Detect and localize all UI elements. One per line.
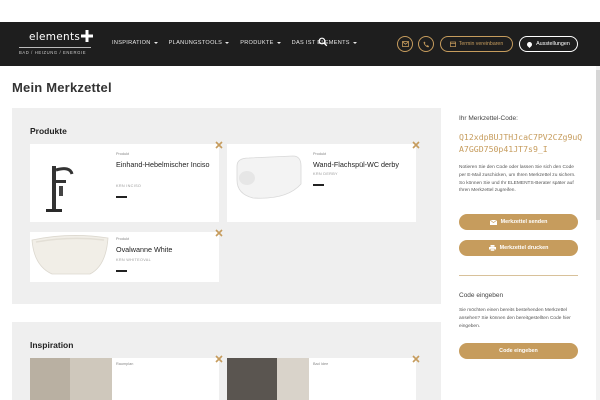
inspiration-panel: Inspiration Raumplan Bad Idee xyxy=(12,322,441,400)
showrooms-label: Ausstellungen xyxy=(536,41,570,47)
chevron-down-icon xyxy=(225,42,230,44)
send-label: Merkzettel senden xyxy=(500,219,548,225)
nav-planungstools[interactable]: PLANUNGSTOOLS xyxy=(169,40,230,46)
inspiration-card[interactable]: Raumplan xyxy=(30,355,223,400)
elements-logo[interactable]: elements BAD / HEIZUNG / ENERGIE xyxy=(19,30,99,59)
print-list-button[interactable]: Merkzettel drucken xyxy=(459,240,578,256)
mail-icon xyxy=(401,41,409,47)
phone-icon xyxy=(423,41,429,47)
room-image xyxy=(30,358,112,400)
product-category: Produkt xyxy=(313,152,327,156)
product-title: Einhand-Hebelmischer Inciso xyxy=(116,160,210,169)
logo-divider xyxy=(19,47,91,48)
inspiration-category: Bad Idee xyxy=(313,362,329,366)
product-title: Wand-Flachspül-WC derby xyxy=(313,160,400,169)
inspiration-category: Raumplan xyxy=(116,362,134,366)
product-card[interactable]: Produkt Ovalwanne White KRN WHITEOVAL xyxy=(30,229,223,282)
send-list-button[interactable]: Merkzettel senden xyxy=(459,214,578,230)
print-label: Merkzettel drucken xyxy=(499,245,549,251)
nav-produkte[interactable]: PRODUKTE xyxy=(240,40,281,46)
remove-icon[interactable] xyxy=(412,141,420,149)
code-heading: Ihr Merkzettel-Code: xyxy=(459,115,518,122)
chevron-down-icon xyxy=(352,42,357,44)
remove-icon[interactable] xyxy=(412,355,420,363)
nav-inspiration[interactable]: INSPIRATION xyxy=(112,40,158,46)
contact-phone-button[interactable] xyxy=(418,36,434,52)
print-icon xyxy=(488,245,496,251)
mail-icon xyxy=(489,219,497,225)
wc-image xyxy=(227,144,309,222)
enter-code-button[interactable]: Code eingeben xyxy=(459,343,578,359)
sidebar-divider xyxy=(459,275,578,276)
logo-tagline: BAD / HEIZUNG / ENERGIE xyxy=(19,50,87,55)
main-nav: INSPIRATION PLANUNGSTOOLS PRODUKTE DAS I… xyxy=(112,40,368,46)
logo-cross-icon xyxy=(81,30,93,42)
nav-label: PRODUKTE xyxy=(240,40,274,46)
products-heading: Produkte xyxy=(30,126,67,136)
chevron-down-icon xyxy=(276,42,281,44)
enter-code-help: Sie möchten einen bereits bestehenden Me… xyxy=(459,308,571,329)
remove-icon[interactable] xyxy=(215,229,223,237)
room-image xyxy=(227,358,309,400)
nav-label: INSPIRATION xyxy=(112,40,151,46)
product-card[interactable]: Produkt Einhand-Hebelmischer Inciso KRN … xyxy=(30,141,223,222)
calendar-icon xyxy=(449,41,456,47)
product-sku: KRN INCISO xyxy=(116,184,142,188)
appointment-button[interactable]: Termin vereinbaren xyxy=(440,36,513,52)
chevron-down-icon xyxy=(153,42,158,44)
enter-code-label: Code eingeben xyxy=(499,348,538,354)
products-panel: Produkte Produkt Einhand-Hebelmischer In… xyxy=(12,108,441,304)
product-divider xyxy=(116,196,127,198)
inspiration-card[interactable]: Bad Idee xyxy=(227,355,420,400)
site-header: elements BAD / HEIZUNG / ENERGIE INSPIRA… xyxy=(0,22,600,66)
product-card[interactable]: Produkt Wand-Flachspül-WC derby KRN DERB… xyxy=(227,141,420,222)
location-pin-icon xyxy=(526,40,534,48)
product-category: Produkt xyxy=(116,152,130,156)
scrollbar-thumb[interactable] xyxy=(596,70,600,220)
page-title: Mein Merkzettel xyxy=(12,80,112,95)
product-sku: KRN WHITEOVAL xyxy=(116,258,152,262)
contact-mail-button[interactable] xyxy=(397,36,413,52)
product-divider xyxy=(313,184,324,186)
product-divider xyxy=(116,270,127,272)
remove-icon[interactable] xyxy=(215,355,223,363)
search-icon[interactable] xyxy=(318,37,328,47)
logo-name: elements xyxy=(29,31,81,43)
bathtub-image xyxy=(30,232,112,282)
product-title: Ovalwanne White xyxy=(116,245,173,254)
remove-icon[interactable] xyxy=(215,141,223,149)
nav-label: PLANUNGSTOOLS xyxy=(168,40,223,46)
product-category: Produkt xyxy=(116,237,130,241)
product-sku: KRN DERBY xyxy=(313,172,338,176)
appointment-label: Termin vereinbaren xyxy=(458,41,504,47)
merkzettel-code: Q12xdpBUJTHJcaC7PV2CZg9uQA7GGD750p41JT7s… xyxy=(459,132,583,154)
inspiration-heading: Inspiration xyxy=(30,340,74,350)
code-help-text: Notieren Sie den Code oder lassen Sie si… xyxy=(459,165,576,194)
faucet-image xyxy=(30,144,112,222)
showrooms-button[interactable]: Ausstellungen xyxy=(519,36,578,52)
enter-code-heading: Code eingeben xyxy=(459,292,504,299)
